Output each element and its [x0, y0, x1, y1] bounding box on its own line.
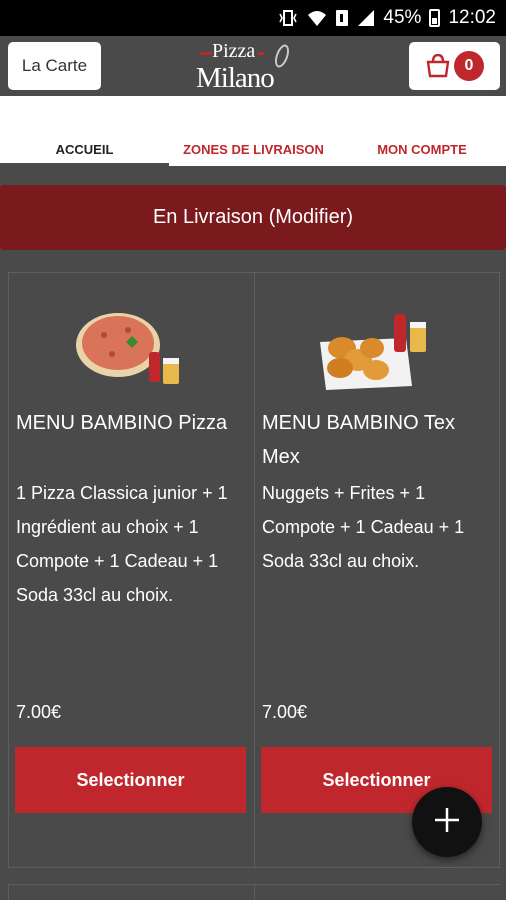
logo-top-text: Pizza [212, 40, 256, 62]
signal-icon [357, 9, 375, 27]
leaf-icon [272, 42, 292, 70]
tab-bar: ACCUEIL ZONES DE LIVRAISON MON COMPTE [0, 96, 506, 166]
grid-divider [254, 884, 255, 900]
menu-item-title: MENU BAMBINO Tex Mex [262, 412, 455, 468]
menu-item-card[interactable]: MENU BAMBINO Pizza 1 Pizza Classica juni… [8, 272, 254, 868]
add-fab-button[interactable] [412, 787, 482, 857]
select-button[interactable]: Selectionner [15, 747, 246, 813]
pizza-milano-logo: Pizza Milano [190, 38, 300, 96]
menu-item-description: Nuggets + Frites + 1 Compote + 1 Cadeau … [262, 483, 465, 571]
menu-item-title: MENU BAMBINO Pizza [16, 412, 228, 434]
app-header: La Carte Pizza Milano 0 [0, 36, 506, 96]
menu-item-price: 7.00€ [16, 702, 62, 722]
menu-item-card[interactable]: MENU BAMBINO Tex Mex Nuggets + Frites + … [254, 272, 500, 868]
battery-icon [429, 9, 441, 27]
tab-accueil[interactable]: ACCUEIL [0, 142, 169, 157]
vibrate-icon [277, 9, 299, 27]
battery-percent: 45% [383, 7, 422, 28]
cart-button[interactable]: 0 [409, 42, 500, 90]
nuggets-menu-image [254, 290, 500, 400]
active-tab-indicator [0, 163, 169, 166]
grid-divider [8, 884, 9, 900]
pizza-menu-image [8, 290, 254, 400]
plus-icon [433, 806, 461, 839]
la-carte-button[interactable]: La Carte [8, 42, 101, 90]
menu-item-description: 1 Pizza Classica junior + 1 Ingrédient a… [16, 483, 228, 605]
shopping-bag-icon [425, 53, 451, 83]
logo-bottom-text: Milano [196, 62, 275, 94]
tab-zones-de-livraison[interactable]: ZONES DE LIVRAISON [169, 142, 338, 157]
tab-mon-compte[interactable]: MON COMPTE [338, 142, 506, 157]
status-bar: 45% 12:02 [0, 0, 506, 36]
clock: 12:02 [448, 7, 496, 28]
menu-item-price: 7.00€ [262, 702, 308, 722]
cart-count-badge: 0 [454, 51, 484, 81]
delivery-mode-banner[interactable]: En Livraison (Modifier) [0, 185, 506, 250]
sim-icon [335, 9, 349, 27]
wifi-icon [307, 9, 327, 27]
